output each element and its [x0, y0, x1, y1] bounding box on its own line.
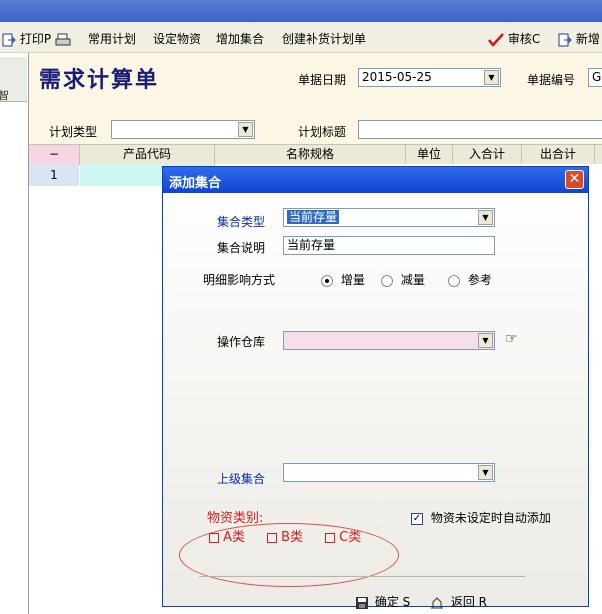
plan-title-field[interactable] — [358, 120, 602, 139]
printer-icon — [55, 33, 71, 45]
grid-col-name-spec[interactable]: 名称规格 — [215, 145, 406, 164]
print-label: 打印P — [19, 32, 52, 46]
common-plan-button[interactable]: 常用计划 — [88, 30, 136, 47]
grid-col-product-code[interactable]: 产品代码 — [80, 145, 215, 164]
mode-option-label: 增量 — [340, 273, 365, 287]
add-set-button[interactable]: 增加集合 — [216, 30, 264, 47]
chevron-down-icon[interactable]: ▼ — [484, 70, 499, 85]
doc-date-label: 单据日期 — [298, 73, 347, 87]
pointing-hand-icon[interactable]: ☞ — [505, 331, 518, 347]
toolbar: 打印P 常用计划 设定物资 增加集合 创建补货计划单 审核C 新增 — [0, 22, 602, 53]
set-type-label: 集合类型 — [217, 215, 266, 229]
back-label: 返回 R — [450, 595, 487, 609]
set-type-select[interactable]: 当前存量 ▼ — [283, 208, 495, 227]
approve-button[interactable]: 审核C — [488, 30, 540, 47]
category-option-label: B类 — [281, 530, 304, 545]
print-button[interactable]: 打印P — [2, 30, 71, 47]
chevron-down-icon[interactable]: ▼ — [478, 210, 493, 225]
doc-number-label: 单据编号 — [527, 73, 576, 87]
mode-option-reference[interactable]: 参考 — [448, 271, 492, 288]
dialog-title: 添加集合 — [169, 176, 222, 191]
auto-add-label: 物资未设定时自动添加 — [430, 511, 551, 525]
category-option-label: A类 — [223, 530, 246, 545]
mode-option-decrease[interactable]: 减量 — [381, 271, 425, 288]
set-material-button[interactable]: 设定物资 — [153, 30, 201, 47]
add-set-dialog: 添加集合 ✕ 集合类型 当前存量 ▼ 集合说明 当前存量 明细影响方式 增量 减… — [162, 166, 589, 609]
chevron-down-icon[interactable]: ▼ — [238, 122, 253, 137]
category-option-a[interactable]: A类 — [209, 526, 245, 545]
grid-col-in-total[interactable]: 入合计 — [453, 145, 522, 164]
mode-option-increase[interactable]: 增量 — [321, 271, 365, 288]
left-rail-tab[interactable]: 智 — [0, 57, 27, 102]
category-option-b[interactable]: B类 — [267, 526, 303, 545]
grid-col-selector[interactable]: − — [29, 145, 80, 164]
window-title-bar — [0, 0, 602, 22]
parent-set-select[interactable]: ▼ — [283, 463, 495, 482]
detail-mode-label: 明细影响方式 — [203, 273, 276, 287]
set-desc-label: 集合说明 — [217, 241, 266, 255]
approve-label: 审核C — [507, 32, 541, 46]
auto-add-checkbox[interactable]: ✓ 物资未设定时自动添加 — [411, 509, 551, 526]
row-index: 1 — [29, 164, 79, 186]
back-arrow-icon — [431, 596, 443, 608]
set-desc-field[interactable]: 当前存量 — [283, 236, 495, 255]
doc-date-value: 2015-05-25 — [362, 70, 432, 84]
mode-option-label: 参考 — [467, 273, 492, 287]
set-desc-value: 当前存量 — [287, 238, 336, 252]
plan-type-label: 计划类型 — [49, 125, 98, 139]
grid-col-unit[interactable]: 单位 — [406, 145, 453, 164]
grid-col-out-total[interactable]: 出合计 — [522, 145, 595, 164]
dialog-title-bar[interactable]: 添加集合 ✕ — [163, 167, 588, 193]
plan-title-label: 计划标题 — [298, 125, 347, 139]
checkbox-icon[interactable] — [267, 532, 277, 543]
checkbox-icon[interactable] — [325, 532, 335, 543]
grid-header: − 产品代码 名称规格 单位 入合计 出合计 — [29, 144, 602, 165]
checkmark-icon — [488, 32, 504, 47]
radio-icon[interactable] — [381, 274, 393, 287]
new-doc-icon — [558, 33, 572, 46]
left-rail-tab-label: 智 — [0, 89, 9, 102]
back-button[interactable]: 返回 R — [429, 593, 487, 610]
radio-icon[interactable] — [448, 274, 460, 287]
doc-date-field[interactable]: 2015-05-25 ▼ — [358, 68, 501, 87]
plan-type-select[interactable]: ▼ — [111, 120, 255, 139]
exit-icon — [2, 33, 16, 46]
chevron-down-icon[interactable]: ▼ — [478, 465, 493, 480]
page-title: 需求计算单 — [39, 67, 160, 93]
create-replenish-plan-button[interactable]: 创建补货计划单 — [282, 30, 366, 47]
checkbox-icon[interactable] — [209, 532, 219, 543]
new-label: 新增 — [575, 32, 600, 46]
doc-number-field[interactable]: G — [588, 68, 602, 87]
parent-set-label: 上级集合 — [217, 472, 266, 486]
category-option-c[interactable]: C类 — [325, 526, 361, 545]
warehouse-select[interactable]: ▼ — [283, 331, 495, 350]
dialog-body: 集合类型 当前存量 ▼ 集合说明 当前存量 明细影响方式 增量 减量 参考 操作… — [163, 193, 588, 609]
category-option-label: C类 — [339, 530, 362, 545]
close-icon[interactable]: ✕ — [565, 170, 584, 189]
chevron-down-icon[interactable]: ▼ — [478, 333, 493, 348]
new-button[interactable]: 新增 — [558, 30, 600, 47]
category-title: 物资类别: — [207, 511, 264, 526]
mode-option-label: 减量 — [400, 273, 425, 287]
warehouse-label: 操作仓库 — [217, 335, 266, 349]
left-rail: 智 — [0, 53, 29, 614]
ok-button[interactable]: 确定 S — [355, 593, 410, 610]
set-type-value: 当前存量 — [287, 210, 340, 224]
radio-selected-icon[interactable] — [321, 274, 333, 287]
doc-number-value: G — [592, 70, 602, 84]
save-icon — [356, 596, 368, 609]
ok-label: 确定 S — [374, 595, 411, 609]
checkbox-checked-icon[interactable]: ✓ — [411, 512, 423, 525]
divider — [199, 576, 525, 577]
